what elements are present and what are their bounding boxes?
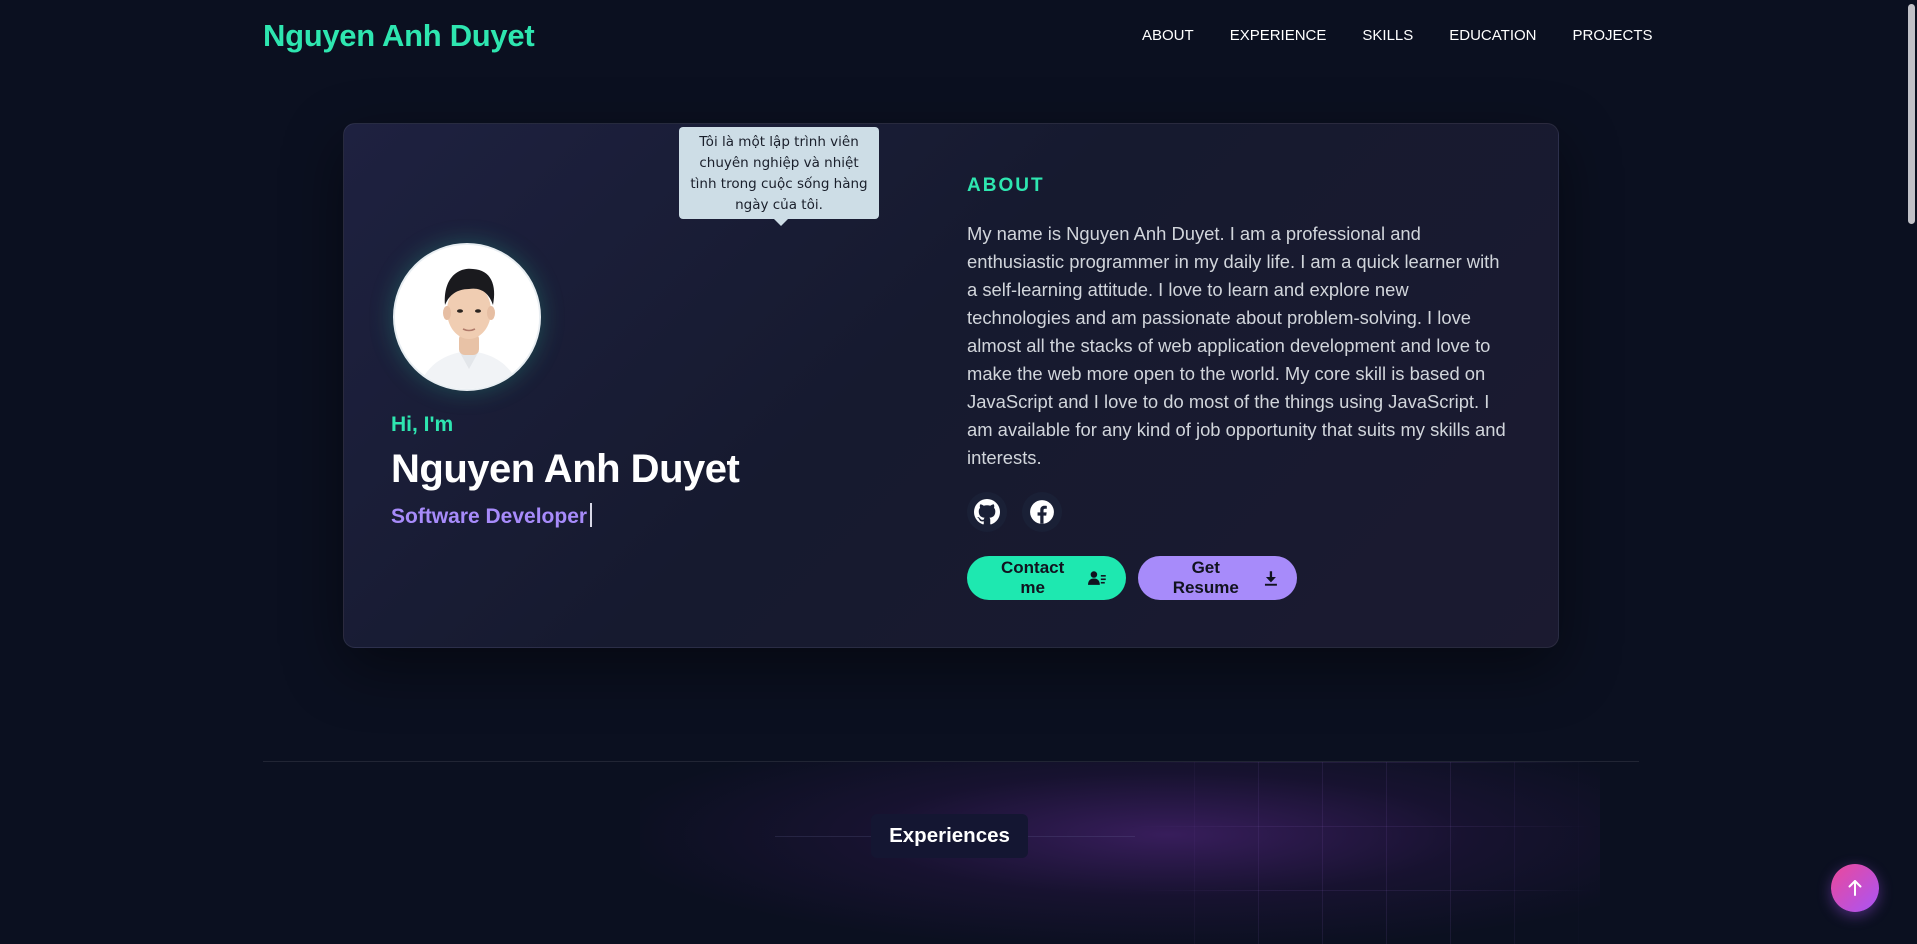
nav-link-skills[interactable]: SKILLS bbox=[1362, 27, 1413, 44]
top-nav: Nguyen Anh Duyet ABOUT EXPERIENCE SKILLS… bbox=[0, 0, 1905, 74]
experience-background-grid bbox=[1130, 762, 1600, 944]
nav-link-about[interactable]: ABOUT bbox=[1142, 27, 1194, 44]
about-heading: ABOUT bbox=[967, 175, 1045, 196]
brand-logo[interactable]: Nguyen Anh Duyet bbox=[263, 18, 535, 54]
social-links bbox=[967, 492, 1062, 532]
nav-link-projects[interactable]: PROJECTS bbox=[1573, 27, 1653, 44]
get-resume-label: Get Resume bbox=[1172, 558, 1239, 597]
hero-role-text: Software Developer bbox=[391, 505, 588, 528]
cta-buttons: Contact me Get Resume bbox=[967, 556, 1297, 600]
experience-section-title: Experiences bbox=[871, 814, 1028, 858]
nav-link-experience[interactable]: EXPERIENCE bbox=[1230, 27, 1327, 44]
page-scrollbar[interactable] bbox=[1905, 0, 1917, 944]
scrollbar-thumb[interactable] bbox=[1908, 4, 1915, 224]
get-resume-button[interactable]: Get Resume bbox=[1138, 556, 1297, 600]
avatar-tooltip: Tôi là một lập trình viên chuyên nghiệp … bbox=[679, 127, 879, 226]
about-text: My name is Nguyen Anh Duyet. I am a prof… bbox=[967, 223, 1506, 468]
portrait-image bbox=[395, 245, 539, 389]
nav-link-education[interactable]: EDUCATION bbox=[1449, 27, 1536, 44]
typing-caret bbox=[590, 503, 593, 527]
download-icon bbox=[1264, 571, 1277, 586]
facebook-icon bbox=[1030, 500, 1054, 524]
github-link[interactable] bbox=[967, 492, 1007, 532]
contact-me-button[interactable]: Contact me bbox=[967, 556, 1126, 600]
contact-card-icon bbox=[1088, 571, 1106, 585]
avatar[interactable] bbox=[393, 243, 541, 391]
hero-name: Nguyen Anh Duyet bbox=[391, 447, 740, 491]
facebook-link[interactable] bbox=[1022, 492, 1062, 532]
hero-role: Software Developer bbox=[391, 503, 593, 529]
nav-links: ABOUT EXPERIENCE SKILLS EDUCATION PROJEC… bbox=[1142, 27, 1653, 44]
arrow-up-icon bbox=[1848, 880, 1862, 896]
hero-greeting: Hi, I'm bbox=[391, 413, 454, 436]
contact-me-label: Contact me bbox=[1000, 558, 1065, 597]
scroll-to-top-button[interactable] bbox=[1831, 864, 1879, 912]
github-icon bbox=[974, 499, 1000, 525]
